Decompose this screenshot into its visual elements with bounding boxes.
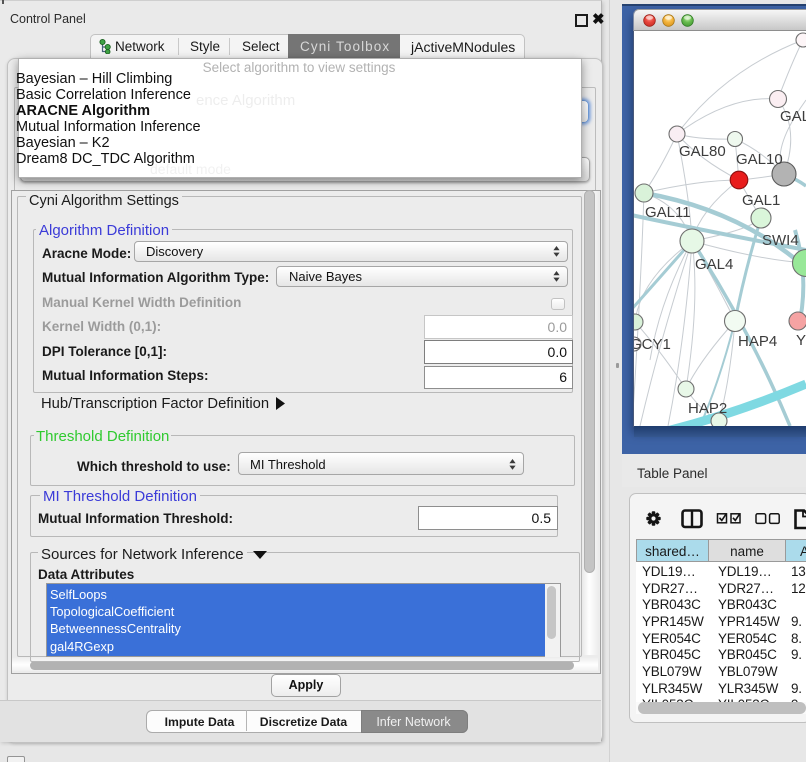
svg-text:GAL1: GAL1 xyxy=(742,192,780,209)
svg-text:GAL4: GAL4 xyxy=(695,256,733,273)
svg-text:GAL10: GAL10 xyxy=(736,151,783,168)
svg-text:SWI4: SWI4 xyxy=(762,232,799,249)
svg-text:GAL11: GAL11 xyxy=(645,204,691,221)
svg-text:GAL80: GAL80 xyxy=(679,143,726,160)
svg-text:HAP2: HAP2 xyxy=(688,400,727,417)
svg-text:GCY1: GCY1 xyxy=(634,336,671,353)
svg-text:HAP4: HAP4 xyxy=(738,333,777,350)
svg-text:GAL7: GAL7 xyxy=(780,108,806,125)
svg-text:YM: YM xyxy=(796,332,806,349)
